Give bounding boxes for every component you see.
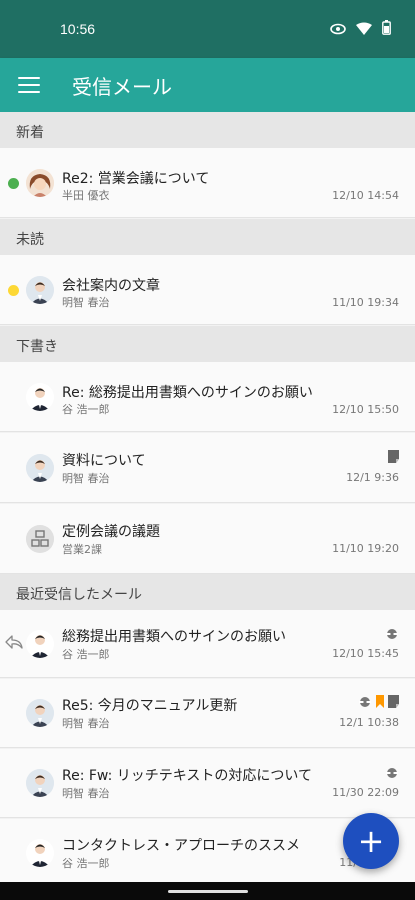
mail-date: 12/1 9:36 [346, 471, 399, 484]
mail-sender: 明智 春治 [62, 296, 110, 309]
mail-sender: 谷 浩一郎 [62, 648, 110, 661]
avatar-female [26, 169, 54, 197]
sticker-icon [385, 625, 399, 644]
avatar-male [26, 769, 54, 797]
mail-sender: 明智 春治 [62, 787, 110, 800]
mail-date: 12/10 15:45 [332, 647, 399, 660]
mail-subject: Re2: 営業会議について [62, 171, 210, 187]
section-label: 新着 [16, 125, 44, 141]
wifi-icon [356, 20, 372, 39]
mail-item[interactable]: 資料について 明智 春治 12/1 9:36 [0, 433, 415, 503]
mail-subject: 総務提出用書類へのサインのお願い [62, 629, 286, 645]
mail-item[interactable]: Re: 総務提出用書類へのサインのお願い 谷 浩一郎 12/10 15:50 [0, 362, 415, 432]
mail-item[interactable]: 定例会議の議題 営業2課 11/10 19:20 [0, 504, 415, 574]
mail-subject: コンタクトレス・アプローチのススメ [62, 838, 300, 854]
mail-date: 12/1 10:38 [339, 716, 399, 729]
replied-icon [5, 634, 23, 653]
section-header-drafts: 下書き [0, 326, 415, 362]
mail-sender: 営業2課 [62, 543, 102, 556]
mail-item[interactable]: Re5: 今月のマニュアル更新 明智 春治 12/1 10:38 [0, 679, 415, 748]
home-gesture-handle[interactable] [168, 890, 248, 893]
mail-meta-icons [385, 764, 399, 783]
mail-date: 11/10 19:34 [332, 296, 399, 309]
avatar-male [26, 630, 54, 658]
avatar-male [26, 383, 54, 411]
mail-subject: 資料について [62, 453, 146, 469]
mail-sender: 谷 浩一郎 [62, 857, 110, 870]
page-title: 受信メール [72, 75, 172, 99]
group-icon [26, 525, 54, 553]
note-icon [388, 448, 399, 467]
eye-icon [330, 20, 346, 39]
mail-meta-icons [388, 448, 399, 467]
avatar-male [26, 276, 54, 304]
new-indicator-dot [8, 178, 19, 189]
mail-item[interactable]: Re: Fw: リッチテキストの対応について 明智 春治 11/30 22:09 [0, 749, 415, 818]
mail-sender: 明智 春治 [62, 472, 110, 485]
mail-item[interactable]: 会社案内の文章 明智 春治 11/10 19:34 [0, 255, 415, 325]
mail-meta-icons [385, 625, 399, 644]
section-header-new: 新着 [0, 112, 415, 148]
status-bar: 10:56 [0, 0, 415, 58]
navigation-bar [0, 882, 415, 900]
app-bar: 受信メール [0, 58, 415, 112]
status-icons [330, 20, 391, 39]
mail-item[interactable]: Re2: 営業会議について 半田 優衣 12/10 14:54 [0, 148, 415, 218]
mail-sender: 半田 優衣 [62, 189, 110, 202]
section-label: 未読 [16, 232, 44, 248]
mail-subject: 会社案内の文章 [62, 278, 160, 294]
mail-subject: Re: Fw: リッチテキストの対応について [62, 768, 312, 784]
note-icon [388, 693, 399, 712]
bookmark-icon [376, 693, 384, 712]
unread-indicator-dot [8, 285, 19, 296]
section-label: 下書き [16, 339, 58, 355]
mail-subject: Re5: 今月のマニュアル更新 [62, 698, 238, 714]
menu-icon[interactable] [16, 73, 42, 97]
mail-sender: 谷 浩一郎 [62, 403, 110, 416]
mail-meta-icons [358, 693, 399, 712]
mail-date: 11/10 19:20 [332, 542, 399, 555]
mail-item[interactable]: 総務提出用書類へのサインのお願い 谷 浩一郎 12/10 15:45 [0, 610, 415, 678]
mail-sender: 明智 春治 [62, 717, 110, 730]
mail-date: 11/30 22:09 [332, 786, 399, 799]
avatar-male [26, 454, 54, 482]
mail-date: 12/10 15:50 [332, 403, 399, 416]
avatar-male [26, 699, 54, 727]
section-header-unread: 未読 [0, 219, 415, 255]
section-label: 最近受信したメール [16, 587, 142, 603]
avatar-male [26, 839, 54, 867]
mail-subject: 定例会議の議題 [62, 524, 160, 540]
sticker-icon [358, 693, 372, 712]
battery-icon [382, 20, 391, 39]
compose-button[interactable]: + [343, 813, 399, 869]
sticker-icon [385, 764, 399, 783]
status-time: 10:56 [60, 21, 96, 37]
mail-date: 12/10 14:54 [332, 189, 399, 202]
mail-subject: Re: 総務提出用書類へのサインのお願い [62, 385, 313, 401]
section-header-recent: 最近受信したメール [0, 574, 415, 610]
